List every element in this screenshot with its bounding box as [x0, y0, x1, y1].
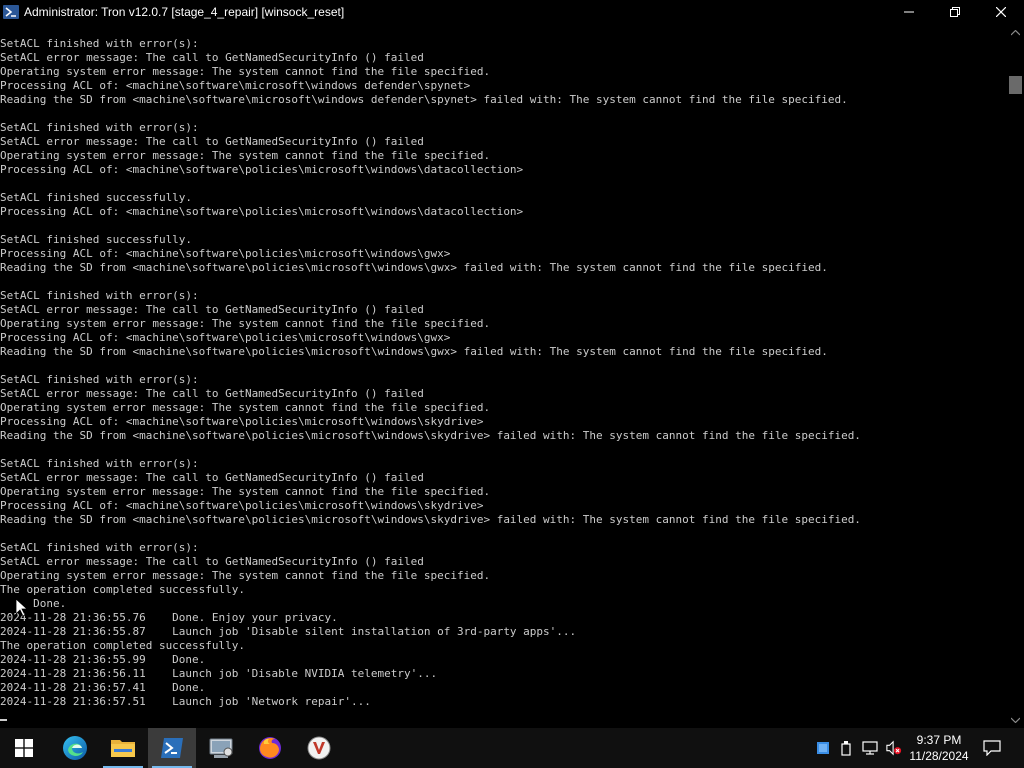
scroll-down-button[interactable] — [1007, 711, 1024, 728]
notification-center-button[interactable] — [980, 728, 1004, 768]
console-line: Operating system error message: The syst… — [0, 149, 491, 162]
minimize-icon — [904, 11, 914, 13]
console-line: SetACL finished with error(s): — [0, 289, 199, 302]
console-line: 2024-11-28 21:36:55.76 Done. Enjoy your … — [0, 611, 338, 624]
console-line: 2024-11-28 21:36:55.99 Done. — [0, 653, 206, 666]
console-line: SetACL finished with error(s): — [0, 541, 199, 554]
console-line: SetACL error message: The call to GetNam… — [0, 303, 424, 316]
scroll-up-button[interactable] — [1007, 24, 1024, 41]
vertical-scrollbar[interactable] — [1007, 24, 1024, 728]
usb-device-icon — [841, 741, 851, 756]
console-line: Reading the SD from <machine\software\mi… — [0, 93, 848, 106]
taskbar-file-explorer[interactable] — [99, 728, 147, 768]
console-line: Processing ACL of: <machine\software\mic… — [0, 79, 471, 92]
console-output[interactable]: SetACL finished with error(s): SetACL err… — [0, 37, 1007, 726]
console-line: Operating system error message: The syst… — [0, 317, 491, 330]
close-icon — [996, 7, 1006, 17]
powershell-icon — [3, 4, 19, 20]
taskbar: 9:37 PM 11/28/2024 — [0, 728, 1024, 768]
console-line: SetACL finished with error(s): — [0, 37, 199, 50]
console-line: Processing ACL of: <machine\software\pol… — [0, 247, 451, 260]
taskbar-edge[interactable] — [51, 728, 99, 768]
window-title: Administrator: Tron v12.0.7 [stage_4_rep… — [24, 5, 345, 19]
maximize-button[interactable] — [932, 0, 978, 24]
console-line: Processing ACL of: <machine\software\pol… — [0, 499, 484, 512]
taskbar-vivaldi[interactable] — [295, 728, 343, 768]
console-line: Done. — [0, 597, 67, 610]
console-line: 2024-11-28 21:36:55.87 Launch job 'Disab… — [0, 625, 577, 638]
console-line: SetACL finished successfully. — [0, 191, 193, 204]
console-line: Operating system error message: The syst… — [0, 485, 491, 498]
console-line: SetACL finished successfully. — [0, 233, 193, 246]
computer-management-icon — [209, 738, 233, 758]
console-line: SetACL error message: The call to GetNam… — [0, 555, 424, 568]
console-line: Processing ACL of: <machine\software\pol… — [0, 331, 451, 344]
console-line: Reading the SD from <machine\software\po… — [0, 513, 861, 526]
console-line: 2024-11-28 21:36:57.41 Done. — [0, 681, 206, 694]
restore-icon — [950, 7, 960, 17]
console-line: Operating system error message: The syst… — [0, 65, 491, 78]
minimize-button[interactable] — [886, 0, 932, 24]
console-line: SetACL finished with error(s): — [0, 121, 199, 134]
console-line: The operation completed successfully. — [0, 583, 246, 596]
console-line: SetACL error message: The call to GetNam… — [0, 135, 424, 148]
network-icon — [862, 741, 878, 755]
vivaldi-icon — [307, 736, 331, 760]
console-line: SetACL error message: The call to GetNam… — [0, 471, 424, 484]
text-cursor — [0, 719, 7, 721]
console-line: Processing ACL of: <machine\software\pol… — [0, 205, 524, 218]
edge-icon — [63, 736, 87, 760]
start-button[interactable] — [0, 728, 48, 768]
console-line: Reading the SD from <machine\software\po… — [0, 261, 828, 274]
console-line: Processing ACL of: <machine\software\pol… — [0, 415, 484, 428]
taskbar-powershell[interactable] — [148, 728, 196, 768]
console-line: The operation completed successfully. — [0, 639, 246, 652]
firefox-icon — [259, 737, 281, 759]
clock-time: 9:37 PM — [916, 733, 962, 747]
console-line: SetACL finished with error(s): — [0, 373, 199, 386]
notification-icon — [983, 740, 1001, 756]
folder-icon — [111, 740, 135, 757]
network-drive-icon — [817, 742, 829, 754]
console-line: SetACL error message: The call to GetNam… — [0, 387, 424, 400]
close-button[interactable] — [978, 0, 1024, 24]
windows-logo-icon — [15, 739, 33, 757]
clock-date: 11/28/2024 — [909, 749, 969, 763]
console-line: Processing ACL of: <machine\software\pol… — [0, 163, 524, 176]
console-line: 2024-11-28 21:36:57.51 Launch job 'Netwo… — [0, 695, 371, 708]
mouse-pointer-icon — [16, 599, 28, 617]
volume-muted-icon — [886, 740, 902, 756]
console-line: Operating system error message: The syst… — [0, 401, 491, 414]
taskbar-clock[interactable]: 9:37 PM 11/28/2024 — [907, 728, 971, 768]
console-line: Operating system error message: The syst… — [0, 569, 491, 582]
console-line: Reading the SD from <machine\software\po… — [0, 429, 861, 442]
scroll-up-icon — [1011, 29, 1020, 35]
tray-volume[interactable] — [886, 740, 902, 756]
powershell-icon — [161, 738, 183, 758]
console-line: SetACL error message: The call to GetNam… — [0, 51, 424, 64]
tray-usb-device[interactable] — [838, 740, 854, 756]
taskbar-hardware-app[interactable] — [197, 728, 245, 768]
console-line: Reading the SD from <machine\software\po… — [0, 345, 828, 358]
scroll-down-icon — [1011, 717, 1020, 723]
tray-network[interactable] — [862, 740, 878, 756]
tray-network-drive[interactable] — [815, 740, 831, 756]
title-bar[interactable]: Administrator: Tron v12.0.7 [stage_4_rep… — [0, 0, 1024, 24]
taskbar-firefox[interactable] — [246, 728, 294, 768]
console-line: SetACL finished with error(s): — [0, 457, 199, 470]
scroll-thumb[interactable] — [1009, 76, 1022, 94]
console-line: 2024-11-28 21:36:56.11 Launch job 'Disab… — [0, 667, 438, 680]
